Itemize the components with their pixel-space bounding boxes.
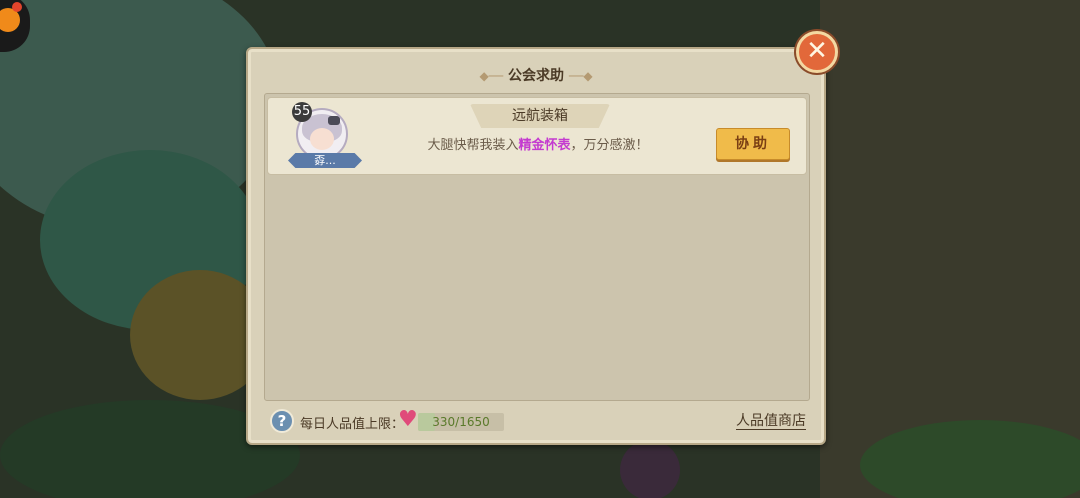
help-icon[interactable]: ?: [270, 409, 294, 433]
list-item: 远航装箱 55 孬... 大腿快帮我装入精金怀表，万分感激！ 协助: [267, 97, 807, 175]
daily-limit-value: 330/1650: [432, 415, 490, 429]
player-level-badge: 55: [292, 102, 312, 122]
request-category: 远航装箱: [470, 104, 610, 128]
request-list[interactable]: 远航装箱 55 孬... 大腿快帮我装入精金怀表，万分感激！ 协助: [264, 93, 810, 401]
close-button[interactable]: ✕: [796, 31, 838, 73]
dialog-title: ◆── 公会求助 ──◆: [479, 68, 593, 84]
requested-item: 精金怀表: [518, 138, 571, 153]
footer-bar: ? 每日人品值上限： 330/1650 ♥ 人品值商店: [264, 407, 810, 437]
guild-help-dialog: ◆── 公会求助 ──◆ 远航装箱 55 孬... 大腿快帮我装入精金怀表，万分…: [246, 47, 826, 445]
daily-limit-label: 每日人品值上限：: [300, 417, 405, 432]
title-ornament-left-icon: ◆──: [479, 69, 504, 83]
heart-icon: ♥: [398, 407, 418, 432]
player-name: 孬...: [288, 153, 362, 168]
request-message: 大腿快帮我装入精金怀表，万分感激！: [427, 138, 649, 153]
assist-button[interactable]: 协助: [716, 128, 790, 160]
reputation-shop-link[interactable]: 人品值商店: [736, 413, 806, 430]
notification-dot: [12, 2, 22, 12]
close-icon: ✕: [806, 36, 828, 66]
title-ornament-right-icon: ──◆: [568, 69, 593, 83]
